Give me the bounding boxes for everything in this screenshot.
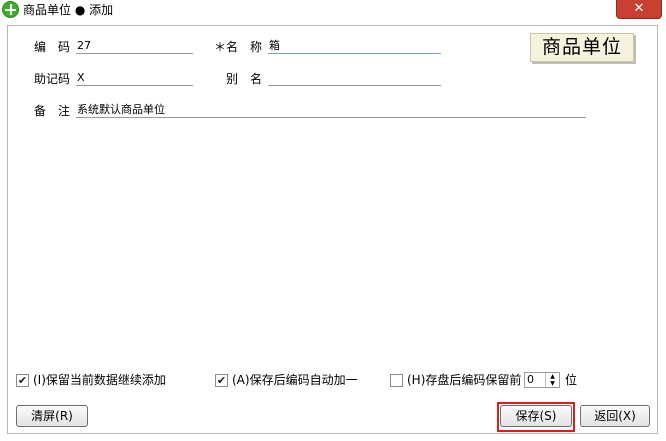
dialog-window: 商品单位 ● 添加 ✕ 编 码 27 ＊名 称 箱 商品单位 助记码 X 别 名… <box>0 0 666 441</box>
mnemonic-input[interactable]: X <box>76 70 193 86</box>
window-title: 商品单位 ● 添加 <box>23 3 114 17</box>
prefix-digits-value: 0 <box>527 373 534 386</box>
back-button[interactable]: 返回(X) <box>580 405 650 427</box>
remark-label: 备 注 <box>34 104 71 118</box>
app-plus-icon <box>2 1 19 18</box>
alias-input[interactable] <box>268 70 441 86</box>
module-stamp: 商品单位 <box>530 33 634 62</box>
title-bar: 商品单位 ● 添加 ✕ <box>0 0 666 20</box>
code-label: 编 码 <box>34 40 71 54</box>
remark-input[interactable]: 系统默认商品单位 <box>76 102 586 118</box>
stepper-down-icon[interactable]: ▼ <box>546 380 559 387</box>
name-input[interactable]: 箱 <box>268 38 441 54</box>
keep-data-label: (I)保留当前数据继续添加 <box>33 373 166 387</box>
alias-label: 别 名 <box>226 72 263 86</box>
mnemonic-label: 助记码 <box>34 72 71 86</box>
close-button[interactable]: ✕ <box>616 0 662 19</box>
keep-prefix-checkbox[interactable] <box>390 374 403 387</box>
auto-increment-label: (A)保存后编码自动加一 <box>232 373 358 387</box>
keep-data-checkbox[interactable]: ✔ <box>16 374 29 387</box>
stepper-up-icon[interactable]: ▲ <box>546 373 559 380</box>
stepper-buttons: ▲ ▼ <box>545 373 559 387</box>
clear-button[interactable]: 清屏(R) <box>16 405 88 427</box>
auto-increment-checkbox[interactable]: ✔ <box>215 374 228 387</box>
code-input[interactable]: 27 <box>76 38 193 54</box>
keep-prefix-label: (H)存盘后编码保留前 <box>407 373 522 387</box>
save-button[interactable]: 保存(S) <box>500 405 572 427</box>
prefix-digits-stepper[interactable]: 0 ▲ ▼ <box>524 372 560 388</box>
digits-suffix-label: 位 <box>565 373 578 387</box>
name-label: ＊名 称 <box>214 40 263 54</box>
